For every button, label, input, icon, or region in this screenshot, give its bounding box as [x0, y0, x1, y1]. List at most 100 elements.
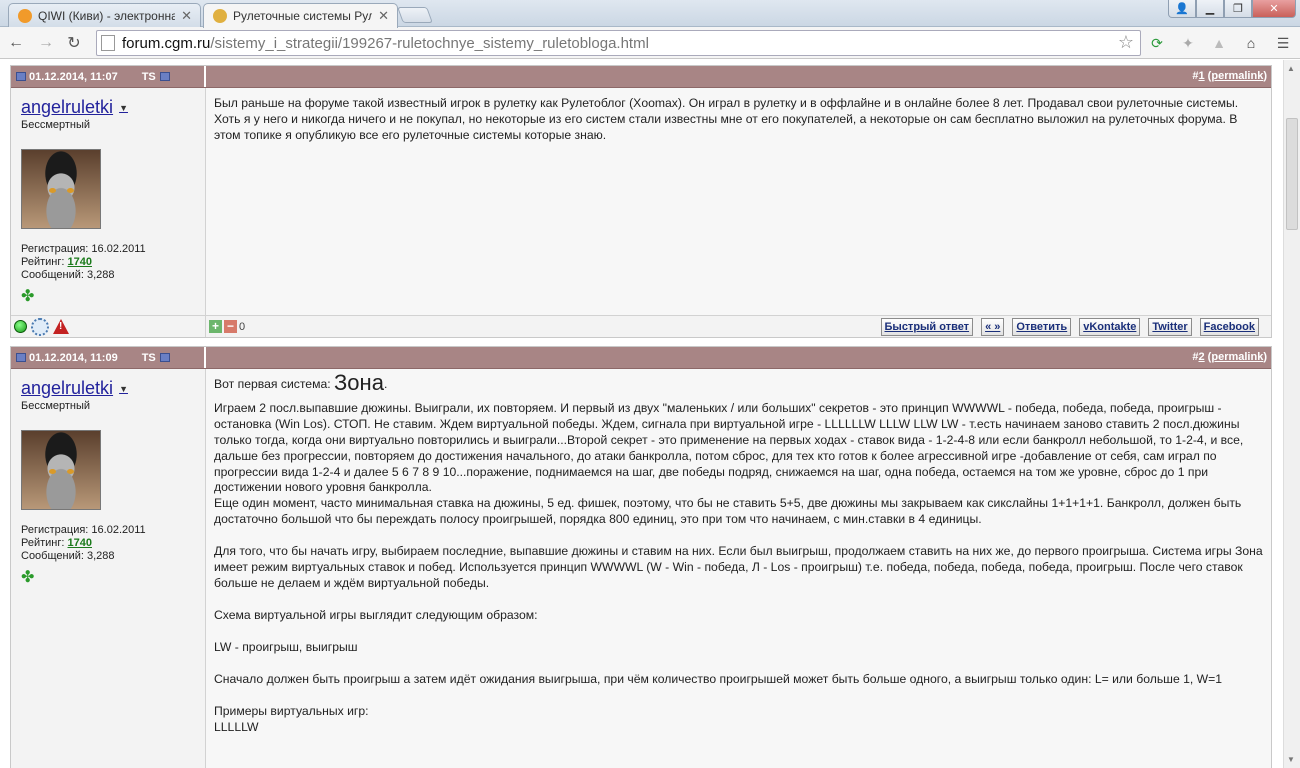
- post-paragraph: LW - проигрыш, выигрыш: [214, 639, 358, 654]
- bookmark-star-icon[interactable]: ☆: [1118, 32, 1134, 53]
- tab-roulette-systems[interactable]: Рулеточные системы Рул ✕: [203, 3, 398, 28]
- incognito-extension-icon[interactable]: ⌂: [1240, 33, 1262, 53]
- new-tab-button[interactable]: [397, 7, 433, 23]
- post-header: 01.12.2014, 11:09 TS #2 (permalink): [11, 347, 1271, 369]
- forward-arrow-icon[interactable]: →: [36, 33, 56, 53]
- post-date-cell: 01.12.2014, 11:09 TS: [11, 347, 206, 368]
- post-vote: + − 0: [206, 316, 245, 337]
- cgm-favicon-icon: [213, 9, 227, 23]
- post-content: Был раньше на форуме такой известный игр…: [206, 88, 1271, 315]
- forum-post: 01.12.2014, 11:09 TS #2 (permalink) ange…: [10, 346, 1272, 768]
- post-paragraph: Схема виртуальной игры выглядит следующи…: [214, 607, 538, 622]
- post-header: 01.12.2014, 11:07 TS #1 (permalink): [11, 66, 1271, 88]
- minimize-button[interactable]: ▁: [1196, 0, 1224, 18]
- post-number-link[interactable]: 1: [1199, 70, 1205, 82]
- browser-toolbar: ← → ↻ forum.cgm.ru/sistemy_i_strategii/1…: [0, 27, 1300, 59]
- tab-title: QIWI (Киви) - электронна: [38, 8, 176, 23]
- forum-page: 01.12.2014, 11:07 TS #1 (permalink) ange…: [0, 60, 1283, 768]
- post-icon: [16, 353, 26, 362]
- scrollbar-thumb[interactable]: [1286, 118, 1298, 230]
- post-action-buttons: Быстрый ответ « » Ответить vKontakte Twi…: [880, 318, 1259, 336]
- post-paragraph: [214, 528, 1263, 544]
- post-paragraph: LLLLLW: [214, 719, 259, 734]
- twitter-button[interactable]: Twitter: [1148, 318, 1192, 336]
- post-intro: Вот первая система: Зона.: [214, 370, 388, 395]
- post-icon: [16, 72, 26, 81]
- vote-down-icon[interactable]: −: [224, 320, 237, 333]
- online-status-icon: [14, 320, 27, 333]
- tab-qiwi[interactable]: QIWI (Киви) - электронна ✕: [8, 3, 201, 27]
- post-number-link[interactable]: 2: [1199, 351, 1205, 363]
- vertical-scrollbar[interactable]: ▲ ▼: [1283, 60, 1300, 768]
- extension-puzzle-icon[interactable]: ✦: [1177, 33, 1199, 53]
- reply-button[interactable]: Ответить: [1012, 318, 1072, 336]
- maximize-button[interactable]: ❐: [1224, 0, 1252, 18]
- clover-icon: ✤: [21, 288, 35, 305]
- post-date-cell: 01.12.2014, 11:07 TS: [11, 66, 206, 87]
- drive-icon[interactable]: ▲: [1208, 33, 1230, 53]
- post-paragraph: Примеры виртуальных игр:: [214, 703, 369, 718]
- user-info: angelruletki ▼ Бессмертный Регистрация: 1…: [11, 369, 206, 768]
- post-paragraph: Еще один момент, часто минимальная ставк…: [214, 496, 1242, 527]
- extension-refresh-icon[interactable]: ⟳: [1146, 33, 1168, 53]
- post-footer: + − 0 Быстрый ответ « » Ответить vKontak…: [11, 315, 1271, 337]
- rating-link[interactable]: 1740: [68, 537, 92, 549]
- chevron-down-icon[interactable]: ▼: [119, 103, 128, 113]
- post-body: angelruletki ▼ Бессмертный Регистрация: 1…: [11, 369, 1271, 768]
- post-paragraph: Был раньше на форуме такой известный игр…: [214, 96, 1239, 142]
- system-name: Зона: [334, 370, 384, 395]
- facebook-button[interactable]: Facebook: [1199, 318, 1259, 336]
- registration-date: 16.02.2011: [91, 243, 146, 255]
- post-paragraph: Сначало должен быть проигрыш а затем идё…: [214, 671, 1223, 686]
- reload-icon[interactable]: ↻: [64, 33, 84, 53]
- menu-icon[interactable]: ☰: [1272, 33, 1294, 53]
- user-rank: Бессмертный: [21, 400, 91, 412]
- scroll-down-icon[interactable]: ▼: [1287, 755, 1295, 764]
- vote-up-icon[interactable]: +: [209, 320, 222, 333]
- qiwi-favicon-icon: [18, 8, 32, 23]
- close-tab-icon[interactable]: ✕: [378, 8, 389, 24]
- post-paragraph: [214, 592, 1263, 608]
- browser-titlebar: QIWI (Киви) - электронна ✕ Рулеточные си…: [0, 0, 1300, 28]
- close-tab-icon[interactable]: ✕: [181, 8, 192, 24]
- user-stats: Регистрация: 16.02.2011 Рейтинг: 1740 Со…: [21, 524, 146, 562]
- vkontakte-button[interactable]: vKontakte: [1079, 318, 1141, 336]
- post-paragraph: Для того, что бы начать игру, выбираем п…: [214, 544, 1263, 590]
- report-warning-icon[interactable]: [53, 319, 69, 334]
- user-icon[interactable]: 👤: [1168, 0, 1196, 18]
- window-controls: 👤 ▁ ❐ ✕: [1168, 0, 1296, 18]
- post-number: #2 (permalink): [1192, 351, 1267, 363]
- username-link[interactable]: angelruletki ▼: [21, 97, 205, 118]
- user-info: angelruletki ▼ Бессмертный Регистрация: 1…: [11, 88, 206, 315]
- user-stats: Регистрация: 16.02.2011 Рейтинг: 1740 Со…: [21, 243, 146, 281]
- ts-icon: [159, 353, 170, 362]
- permalink-link[interactable]: permalink: [1211, 351, 1263, 363]
- reputation-icon[interactable]: [31, 317, 49, 336]
- vote-count: 0: [239, 320, 246, 333]
- post-paragraph: [214, 688, 1263, 704]
- page-icon: [101, 35, 115, 51]
- post-paragraph: [214, 656, 1263, 672]
- post-body: angelruletki ▼ Бессмертный Регистрация: 1…: [11, 88, 1271, 315]
- topic-starter-badge: TS: [142, 352, 170, 364]
- address-bar[interactable]: forum.cgm.ru/sistemy_i_strategii/199267-…: [96, 30, 1141, 56]
- quick-reply-button[interactable]: Быстрый ответ: [880, 318, 974, 336]
- message-count: 3,288: [87, 550, 115, 562]
- avatar[interactable]: [21, 149, 101, 229]
- post-date: 01.12.2014, 11:07: [29, 70, 118, 83]
- url-text: forum.cgm.ru/sistemy_i_strategii/199267-…: [122, 34, 649, 52]
- avatar[interactable]: [21, 430, 101, 510]
- topic-starter-badge: TS: [142, 71, 170, 83]
- ts-icon: [159, 72, 170, 81]
- username-link[interactable]: angelruletki ▼: [21, 378, 205, 399]
- post-paragraph: Играем 2 посл.выпавшие дюжины. Выиграли,…: [214, 400, 1244, 495]
- multiquote-button[interactable]: « »: [981, 318, 1005, 336]
- rating-link[interactable]: 1740: [68, 256, 92, 268]
- chevron-down-icon[interactable]: ▼: [119, 384, 128, 394]
- message-count: 3,288: [87, 269, 115, 281]
- close-window-button[interactable]: ✕: [1252, 0, 1296, 18]
- scroll-up-icon[interactable]: ▲: [1287, 64, 1295, 73]
- back-arrow-icon[interactable]: ←: [6, 33, 26, 53]
- permalink-link[interactable]: permalink: [1211, 70, 1263, 82]
- post-paragraph: [214, 624, 1263, 640]
